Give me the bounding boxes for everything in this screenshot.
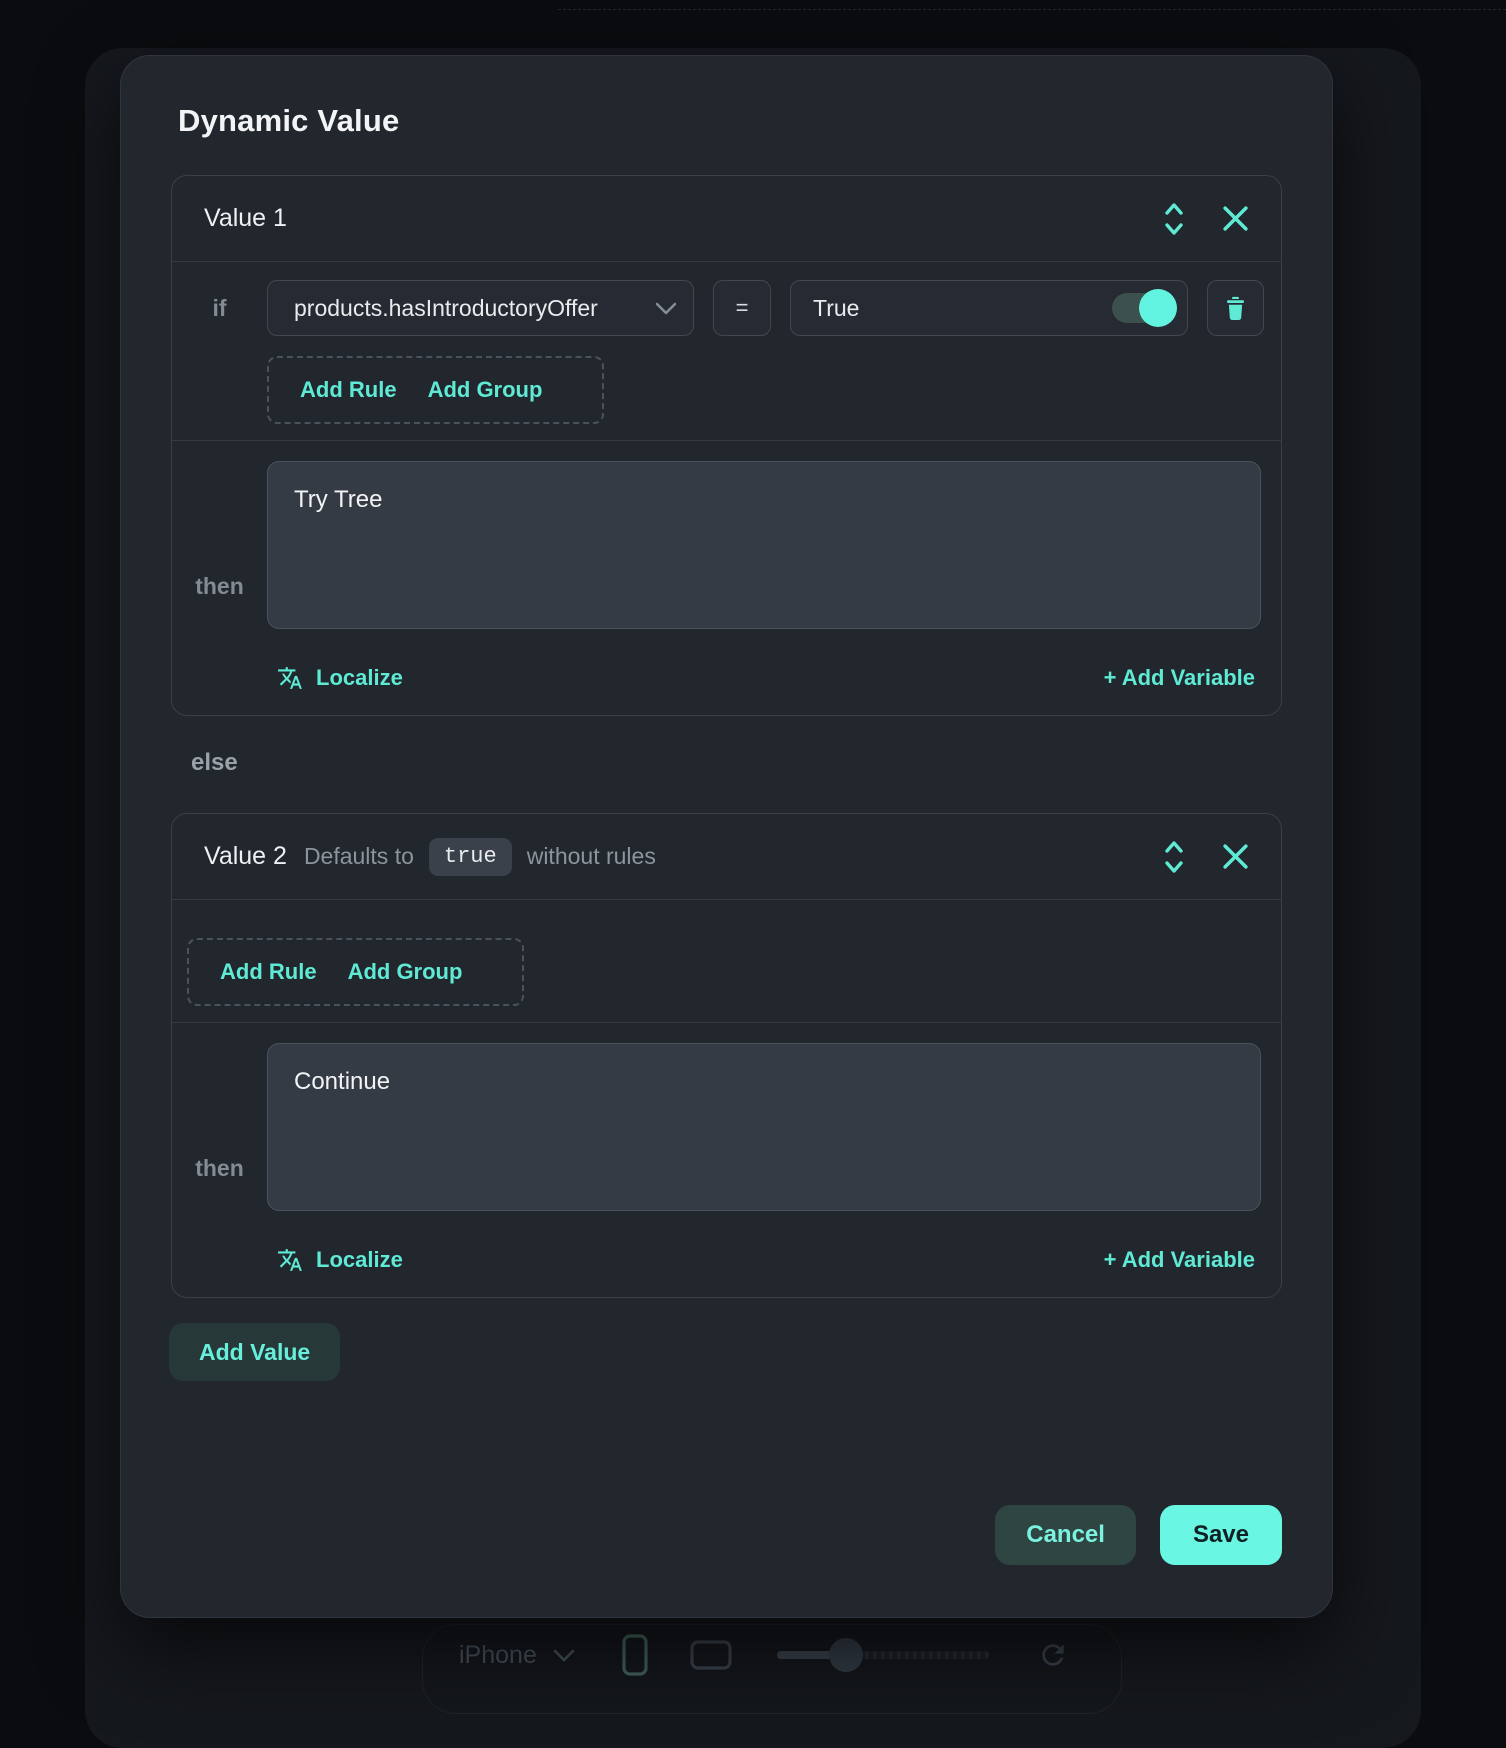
- value-1-card: Value 1 if products.hasIntroductoryOffer: [171, 175, 1282, 716]
- close-icon: [1222, 205, 1249, 232]
- sort-chevrons-icon: [1159, 200, 1189, 238]
- value-1-header-actions: [1156, 197, 1252, 241]
- defaults-suffix: without rules: [527, 843, 656, 870]
- add-variable-button[interactable]: + Add Variable: [1104, 665, 1255, 691]
- value-2-add-box: Add Rule Add Group: [187, 938, 524, 1006]
- then-label: then: [172, 573, 267, 600]
- phone-landscape-icon: [689, 1639, 733, 1671]
- condition-field-value: products.hasIntroductoryOffer: [294, 295, 598, 322]
- value-2-defaults: Defaults to true without rules: [304, 838, 656, 876]
- condition-value-toggle[interactable]: [1112, 293, 1174, 323]
- value-1-add-box: Add Rule Add Group: [267, 356, 604, 424]
- toggle-thumb: [1139, 289, 1177, 327]
- value-1-rule-row: if products.hasIntroductoryOffer = True: [172, 280, 1264, 336]
- value-2-card: Value 2 Defaults to true without rules A…: [171, 813, 1282, 1298]
- zoom-slider[interactable]: [777, 1637, 989, 1673]
- value-1-reorder-button[interactable]: [1156, 197, 1192, 241]
- sort-chevrons-icon: [1159, 838, 1189, 876]
- add-value-button[interactable]: Add Value: [169, 1323, 340, 1381]
- add-variable-button[interactable]: + Add Variable: [1104, 1247, 1255, 1273]
- refresh-button[interactable]: [1037, 1639, 1069, 1671]
- value-2-then-input[interactable]: Continue: [267, 1043, 1261, 1211]
- translate-icon: [277, 1247, 303, 1273]
- add-rule-button[interactable]: Add Rule: [300, 377, 397, 403]
- value-2-remove-button[interactable]: [1219, 840, 1252, 873]
- landscape-orientation-button[interactable]: [689, 1639, 733, 1671]
- translate-icon: [277, 665, 303, 691]
- refresh-icon: [1037, 1639, 1069, 1671]
- zoom-slider-thumb[interactable]: [829, 1638, 863, 1672]
- dynamic-value-modal: Dynamic Value Value 1 if products.hasInt…: [120, 55, 1333, 1618]
- condition-field-dropdown[interactable]: products.hasIntroductoryOffer: [267, 280, 694, 336]
- defaults-prefix: Defaults to: [304, 843, 414, 870]
- chevron-down-icon: [655, 302, 677, 315]
- condition-value-text: True: [813, 295, 859, 322]
- trash-icon: [1222, 294, 1249, 323]
- if-label: if: [172, 295, 267, 322]
- device-preview-toolbar: iPhone: [422, 1624, 1122, 1714]
- value-2-title: Value 2: [204, 842, 287, 871]
- save-button[interactable]: Save: [1160, 1505, 1282, 1565]
- device-selector[interactable]: iPhone: [459, 1641, 575, 1670]
- localize-label: Localize: [316, 665, 403, 691]
- value-1-title: Value 1: [204, 204, 287, 233]
- value-2-localize-row: Localize + Add Variable: [267, 1239, 1261, 1281]
- operator-selector[interactable]: =: [713, 280, 771, 336]
- value-1-then-input[interactable]: Try Tree: [267, 461, 1261, 629]
- value-2-header-actions: [1156, 835, 1252, 879]
- phone-portrait-icon: [621, 1633, 649, 1677]
- localize-label: Localize: [316, 1247, 403, 1273]
- else-label: else: [191, 749, 1332, 777]
- condition-value-field[interactable]: True: [790, 280, 1188, 336]
- value-2-reorder-button[interactable]: [1156, 835, 1192, 879]
- value-1-rules: if products.hasIntroductoryOffer = True: [172, 262, 1281, 441]
- background-dashed-divider: [558, 9, 1506, 10]
- cancel-button[interactable]: Cancel: [995, 1505, 1136, 1565]
- value-1-localize-row: Localize + Add Variable: [267, 657, 1261, 699]
- modal-title: Dynamic Value: [178, 103, 1275, 139]
- value-2-header: Value 2 Defaults to true without rules: [172, 814, 1281, 900]
- add-group-button[interactable]: Add Group: [428, 377, 543, 403]
- value-1-header: Value 1: [172, 176, 1281, 262]
- delete-rule-button[interactable]: [1207, 280, 1264, 336]
- value-2-rules: Add Rule Add Group: [172, 900, 1281, 1023]
- localize-button[interactable]: Localize: [277, 665, 403, 691]
- modal-footer: Cancel Save: [995, 1505, 1282, 1565]
- localize-button[interactable]: Localize: [277, 1247, 403, 1273]
- add-rule-button[interactable]: Add Rule: [220, 959, 317, 985]
- value-1-remove-button[interactable]: [1219, 202, 1252, 235]
- add-group-button[interactable]: Add Group: [348, 959, 463, 985]
- defaults-code-badge: true: [429, 838, 512, 876]
- device-selector-label: iPhone: [459, 1641, 537, 1670]
- value-1-then-section: then Try Tree Localize + Add Variable: [172, 441, 1281, 715]
- value-2-then-section: then Continue Localize + Add Variable: [172, 1023, 1281, 1297]
- then-label: then: [172, 1155, 267, 1182]
- close-icon: [1222, 843, 1249, 870]
- portrait-orientation-button[interactable]: [621, 1633, 649, 1677]
- chevron-down-icon: [553, 1649, 575, 1662]
